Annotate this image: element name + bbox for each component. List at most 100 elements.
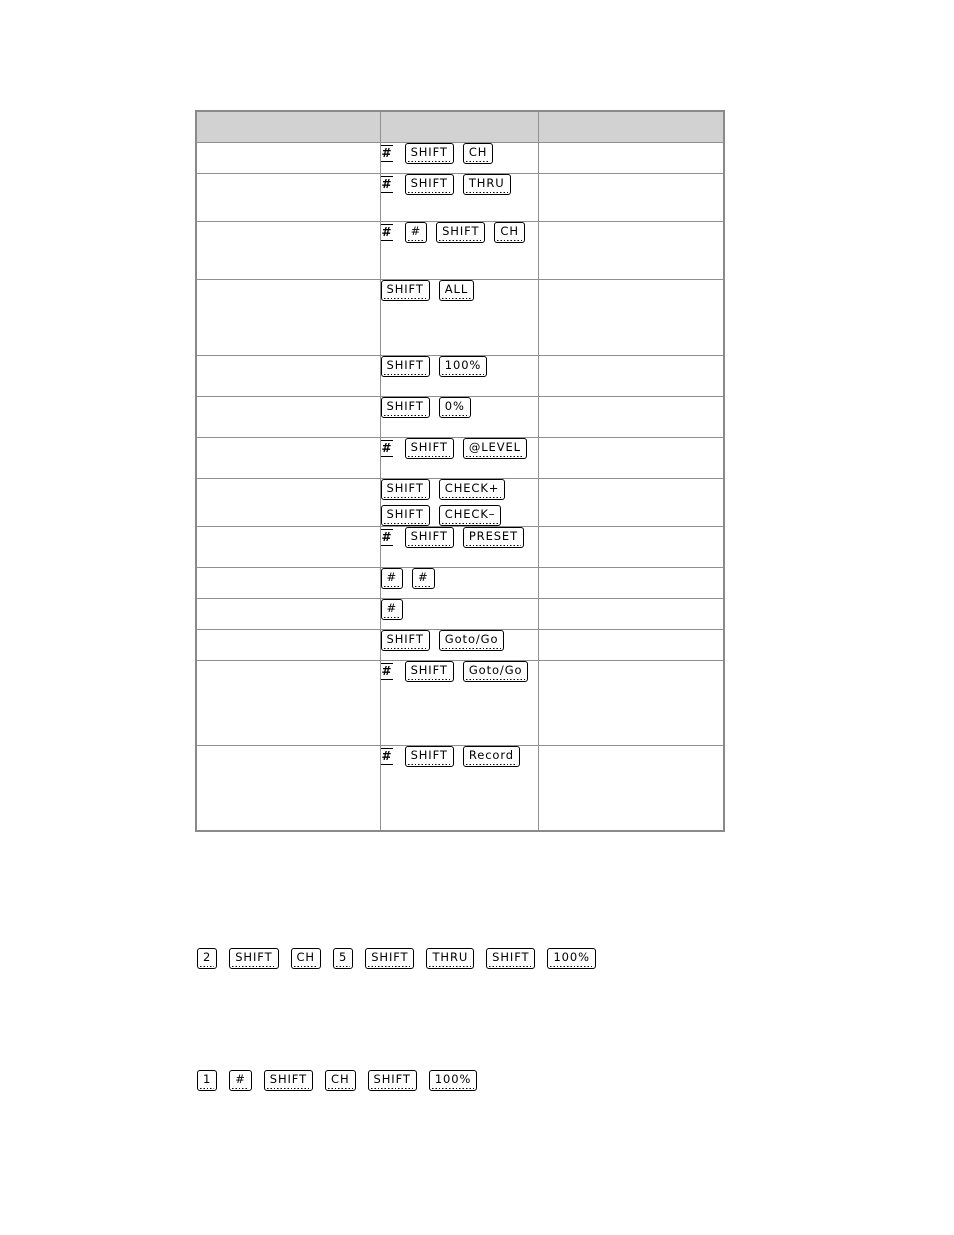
- key-ch[interactable]: CH: [494, 222, 525, 243]
- cell-notes: [537, 526, 725, 568]
- cell-function-description: [195, 478, 381, 527]
- key-1[interactable]: 1: [197, 1070, 218, 1091]
- cell-notes: [537, 142, 725, 174]
- key-shift[interactable]: SHIFT: [486, 948, 536, 969]
- key-sequence: SHIFT ALL: [380, 280, 538, 301]
- key-shift[interactable]: SHIFT: [263, 1070, 314, 1091]
- key-shift[interactable]: SHIFT: [229, 948, 279, 969]
- key-100[interactable]: 100%: [547, 948, 596, 969]
- key-sequence: # SHIFT @LEVEL: [380, 438, 538, 459]
- example-sequence-2: 1 # SHIFT CH SHIFT 100%: [197, 1070, 489, 1091]
- table-row: SHIFT ALL: [195, 279, 725, 356]
- cell-function-description: [195, 660, 381, 746]
- column-header-function: [195, 110, 381, 143]
- key-ch[interactable]: CH: [290, 948, 321, 969]
- key-sequence: #: [380, 599, 538, 620]
- cell-key-sequence: # SHIFT CH: [379, 142, 539, 174]
- key-shift[interactable]: SHIFT: [380, 356, 430, 377]
- key-check+[interactable]: CHECK+: [438, 479, 506, 500]
- column-header-keys: [379, 110, 539, 143]
- hash-placeholder-token: #: [380, 224, 393, 242]
- cell-key-sequence: # SHIFT THRU: [379, 173, 539, 222]
- key-thru[interactable]: THRU: [426, 948, 475, 969]
- key-[interactable]: #: [412, 568, 435, 589]
- cell-function-description: [195, 629, 381, 661]
- cell-key-sequence: SHIFT CHECK+ SHIFT CHECK–: [379, 478, 539, 527]
- key-5[interactable]: 5: [332, 948, 354, 969]
- cell-key-sequence: # SHIFT Goto/Go: [379, 660, 539, 746]
- key-shift[interactable]: SHIFT: [404, 174, 454, 195]
- cell-key-sequence: # SHIFT PRESET: [379, 526, 539, 568]
- hash-placeholder-token: #: [380, 176, 393, 194]
- key-shift[interactable]: SHIFT: [380, 280, 430, 301]
- key-level[interactable]: @LEVEL: [462, 438, 527, 459]
- cell-notes: [537, 279, 725, 356]
- table-row: # SHIFT Record: [195, 745, 725, 832]
- cell-key-sequence: #: [379, 598, 539, 630]
- hash-placeholder-token: #: [380, 145, 393, 163]
- cell-key-sequence: # SHIFT Record: [379, 745, 539, 832]
- cell-key-sequence: # #: [379, 567, 539, 599]
- key-shift[interactable]: SHIFT: [436, 222, 486, 243]
- key-goto-go[interactable]: Goto/Go: [462, 661, 529, 682]
- key-all[interactable]: ALL: [438, 280, 475, 301]
- cell-function-description: [195, 437, 381, 479]
- key-shift[interactable]: SHIFT: [380, 397, 430, 418]
- key-[interactable]: #: [229, 1070, 252, 1091]
- key-shift[interactable]: SHIFT: [380, 479, 430, 500]
- cell-function-description: [195, 567, 381, 599]
- key-0[interactable]: 0%: [438, 397, 471, 418]
- cell-notes: [537, 745, 725, 832]
- key-shift[interactable]: SHIFT: [367, 1070, 417, 1091]
- key-sequence: SHIFT CHECK+: [380, 479, 538, 500]
- key-thru[interactable]: THRU: [462, 174, 511, 195]
- key-ch[interactable]: CH: [325, 1070, 356, 1091]
- cell-function-description: [195, 173, 381, 222]
- column-header-notes: [537, 110, 725, 143]
- key-2[interactable]: 2: [197, 948, 218, 969]
- table-row: # #: [195, 567, 725, 599]
- key-sequence: SHIFT CHECK–: [380, 505, 538, 526]
- table-row: # SHIFT THRU: [195, 173, 725, 222]
- key-[interactable]: #: [404, 222, 428, 243]
- key-shift[interactable]: SHIFT: [404, 438, 454, 459]
- key-record[interactable]: Record: [462, 746, 520, 767]
- key-sequence: # # SHIFT CH: [380, 222, 538, 243]
- cell-notes: [537, 221, 725, 280]
- key-sequence: # SHIFT Record: [380, 746, 538, 767]
- key-shift[interactable]: SHIFT: [404, 143, 454, 164]
- key-shift[interactable]: SHIFT: [404, 527, 454, 548]
- cell-notes: [537, 173, 725, 222]
- example-sequence-1: 2 SHIFT CH 5 SHIFT THRU SHIFT 100%: [197, 948, 608, 969]
- hash-placeholder-token: #: [380, 440, 393, 458]
- table-row: SHIFT CHECK+ SHIFT CHECK–: [195, 478, 725, 527]
- cell-notes: [537, 355, 725, 397]
- key-[interactable]: #: [380, 568, 404, 589]
- table-row: # SHIFT Goto/Go: [195, 660, 725, 746]
- key-shift[interactable]: SHIFT: [380, 505, 430, 526]
- key-ch[interactable]: CH: [462, 143, 494, 164]
- key-shift[interactable]: SHIFT: [365, 948, 415, 969]
- key-preset[interactable]: PRESET: [462, 527, 525, 548]
- key-100[interactable]: 100%: [438, 356, 488, 377]
- cell-function-description: [195, 355, 381, 397]
- cell-function-description: [195, 279, 381, 356]
- key-sequence: # SHIFT PRESET: [380, 527, 538, 548]
- key-sequence: SHIFT 100%: [380, 356, 538, 377]
- cell-function-description: [195, 396, 381, 438]
- key-100[interactable]: 100%: [428, 1070, 478, 1091]
- cell-function-description: [195, 526, 381, 568]
- key-sequence-table-container: # SHIFT CH # SHIFT THRU # # SHIFT CH SHIFT ALL SHIFT…: [195, 110, 725, 832]
- key-shift[interactable]: SHIFT: [404, 746, 454, 767]
- cell-function-description: [195, 221, 381, 280]
- key-shift[interactable]: SHIFT: [404, 661, 454, 682]
- key-[interactable]: #: [380, 599, 404, 620]
- hash-placeholder-token: #: [380, 529, 393, 547]
- key-goto-go[interactable]: Goto/Go: [438, 630, 505, 651]
- key-check[interactable]: CHECK–: [438, 505, 502, 526]
- cell-key-sequence: SHIFT ALL: [379, 279, 539, 356]
- table-row: # # SHIFT CH: [195, 221, 725, 280]
- key-shift[interactable]: SHIFT: [380, 630, 430, 651]
- cell-key-sequence: SHIFT Goto/Go: [379, 629, 539, 661]
- table-row: SHIFT Goto/Go: [195, 629, 725, 661]
